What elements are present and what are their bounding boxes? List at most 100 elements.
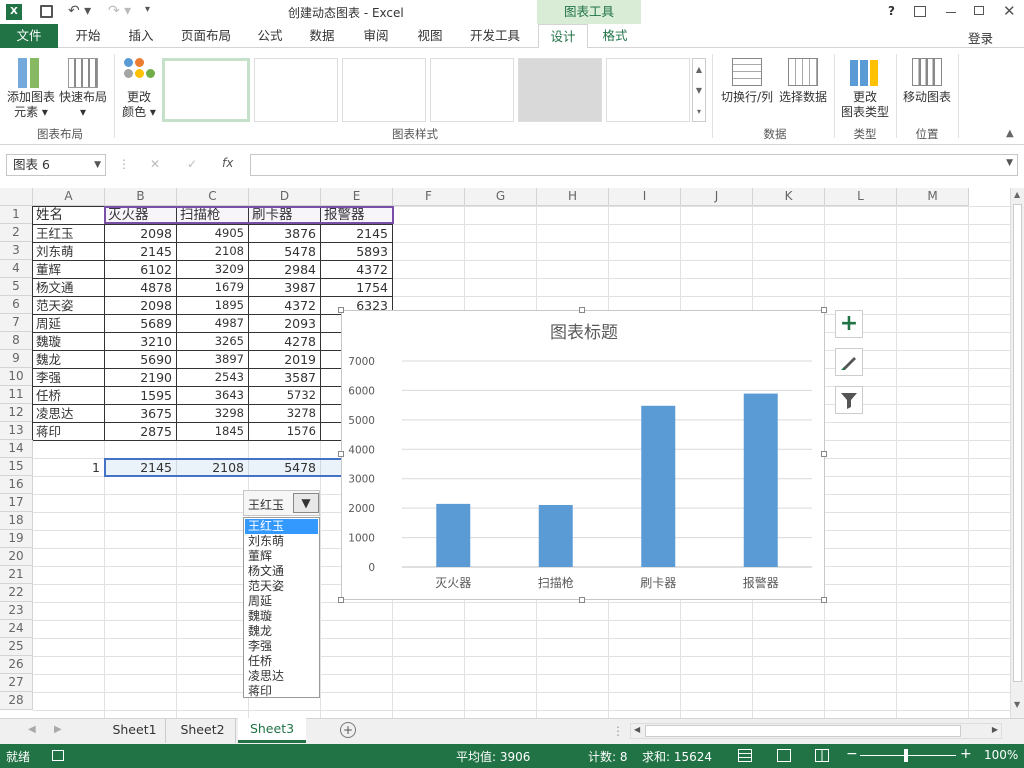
row-header[interactable]: 13 [0, 422, 33, 440]
row-header[interactable]: 5 [0, 278, 33, 296]
redo-icon[interactable]: ↷ ▾ [108, 3, 131, 19]
scroll-down-icon[interactable]: ▼ [1014, 700, 1020, 709]
cancel-icon[interactable]: ✕ [150, 157, 160, 171]
table-cell[interactable]: 3643 [177, 387, 248, 405]
row-header[interactable]: 19 [0, 530, 33, 548]
zoom-in-icon[interactable]: + [960, 746, 972, 762]
dropdown-option[interactable]: 任桥 [245, 654, 318, 669]
prev-sheet-icon[interactable]: ◀ [28, 724, 36, 735]
zoom-level[interactable]: 100% [984, 748, 1018, 762]
table-cell[interactable]: 3298 [177, 405, 248, 423]
customize-qat-icon[interactable]: ▾ [145, 4, 150, 15]
row-header[interactable]: 6 [0, 296, 33, 314]
row-header[interactable]: 27 [0, 674, 33, 692]
close-icon[interactable]: ✕ [1003, 2, 1016, 20]
table-cell[interactable]: 3265 [177, 333, 248, 351]
scroll-right-icon[interactable]: ▶ [992, 725, 998, 734]
chart-style-2[interactable] [254, 58, 338, 122]
chart-filters-button[interactable] [835, 386, 863, 414]
table-cell[interactable]: 3987 [249, 279, 320, 297]
scroll-thumb[interactable] [1013, 204, 1022, 682]
table-cell[interactable]: 4878 [105, 279, 176, 297]
table-cell[interactable]: 2093 [249, 315, 320, 333]
table-cell[interactable]: 2190 [105, 369, 176, 387]
collapse-ribbon-icon[interactable]: ▲ [1006, 128, 1014, 139]
chart-elements-button[interactable]: + [835, 310, 863, 338]
name-box[interactable]: 图表 6 ▼ [6, 154, 106, 176]
resize-handle[interactable] [579, 307, 585, 313]
table-cell[interactable]: 2108 [177, 243, 248, 261]
table-cell[interactable]: 3675 [105, 405, 176, 423]
scroll-left-icon[interactable]: ◀ [634, 725, 640, 734]
table-cell[interactable]: 1576 [249, 423, 320, 441]
table-cell[interactable]: 4905 [177, 225, 248, 243]
ribbon-display-icon[interactable] [914, 6, 926, 17]
row-header[interactable]: 1 [0, 206, 33, 224]
sheet-tab-sheet3[interactable]: Sheet3 [238, 718, 306, 743]
table-cell[interactable]: 周延 [33, 315, 104, 333]
row-header[interactable]: 12 [0, 404, 33, 422]
column-header[interactable]: B [105, 188, 177, 206]
chart-style-5[interactable] [518, 58, 602, 122]
next-sheet-icon[interactable]: ▶ [54, 724, 62, 735]
table-cell[interactable]: 2875 [105, 423, 176, 441]
add-sheet-icon[interactable]: + [340, 722, 356, 738]
table-cell[interactable]: 刘东萌 [33, 243, 104, 261]
tab-review[interactable]: 审阅 [352, 24, 400, 48]
row-header[interactable]: 25 [0, 638, 33, 656]
dropdown-option[interactable]: 魏璇 [245, 609, 318, 624]
table-cell[interactable]: 5690 [105, 351, 176, 369]
row-header[interactable]: 3 [0, 242, 33, 260]
table-cell[interactable]: 3210 [105, 333, 176, 351]
row-header[interactable]: 11 [0, 386, 33, 404]
column-header[interactable]: K [753, 188, 825, 206]
tab-data[interactable]: 数据 [300, 24, 344, 48]
column-header[interactable]: A [33, 188, 105, 206]
chart-styles-scroll[interactable]: ▲ ▼ ▾ [692, 58, 706, 122]
column-header[interactable]: L [825, 188, 897, 206]
column-header[interactable]: E [321, 188, 393, 206]
column-header[interactable]: I [609, 188, 681, 206]
dropdown-option[interactable]: 董辉 [245, 549, 318, 564]
table-cell[interactable]: 1595 [105, 387, 176, 405]
chart-style-3[interactable] [342, 58, 426, 122]
row-header[interactable]: 24 [0, 620, 33, 638]
dropdown-option[interactable]: 王红玉 [244, 518, 319, 535]
table-cell[interactable]: 4372 [249, 297, 320, 315]
table-cell[interactable]: 凌思达 [33, 405, 104, 423]
row-header[interactable]: 8 [0, 332, 33, 350]
tab-insert[interactable]: 插入 [117, 24, 165, 48]
save-icon[interactable] [40, 5, 53, 18]
row-header[interactable]: 2 [0, 224, 33, 242]
table-cell[interactable]: 3897 [177, 351, 248, 369]
zoom-slider-track[interactable] [860, 755, 956, 756]
table-cell[interactable]: 2098 [105, 297, 176, 315]
chart-style-1[interactable] [162, 58, 250, 122]
dropdown-option[interactable]: 刘东萌 [245, 534, 318, 549]
hscroll-thumb[interactable] [645, 725, 961, 737]
macro-record-icon[interactable] [52, 750, 64, 761]
table-cell[interactable]: 2984 [249, 261, 320, 279]
resize-handle[interactable] [338, 307, 344, 313]
resize-handle[interactable] [821, 307, 827, 313]
column-header[interactable]: G [465, 188, 537, 206]
row-header[interactable]: 17 [0, 494, 33, 512]
tab-developer[interactable]: 开发工具 [462, 24, 528, 48]
resize-handle[interactable] [821, 451, 827, 457]
scroll-up-icon[interactable]: ▲ [1014, 190, 1020, 199]
column-header[interactable]: C [177, 188, 249, 206]
row-header[interactable]: 7 [0, 314, 33, 332]
change-color-button[interactable]: 更改 颜色 ▾ [116, 90, 162, 120]
tab-view[interactable]: 视图 [406, 24, 454, 48]
linked-cell[interactable]: 1 [33, 459, 104, 477]
dropdown-option[interactable]: 李强 [245, 639, 318, 654]
row-header[interactable]: 14 [0, 440, 33, 458]
table-header-cell[interactable]: 姓名 [33, 207, 104, 225]
dropdown-option[interactable]: 蒋印 [245, 684, 318, 699]
table-cell[interactable]: 魏龙 [33, 351, 104, 369]
zoom-out-icon[interactable]: − [846, 746, 858, 762]
linked-cell[interactable]: 5478 [249, 459, 320, 477]
dropdown-option[interactable]: 凌思达 [245, 669, 318, 684]
page-break-view-icon[interactable] [815, 749, 829, 762]
table-cell[interactable]: 2019 [249, 351, 320, 369]
